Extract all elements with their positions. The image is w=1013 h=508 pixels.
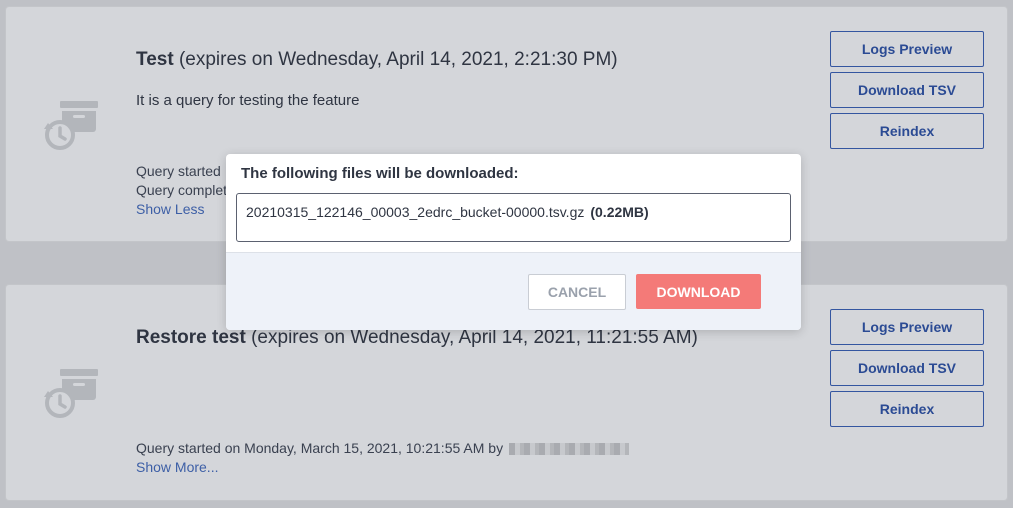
show-more-link[interactable]: Show More... [136, 459, 218, 475]
query-started-text: Query started on Monday, March 15, 2021,… [136, 440, 630, 456]
query-name: Restore test [136, 327, 246, 348]
download-files-modal: The following files will be downloaded: … [226, 154, 801, 330]
reindex-button[interactable]: Reindex [830, 391, 984, 427]
logs-preview-button[interactable]: Logs Preview [830, 31, 984, 67]
download-tsv-button[interactable]: Download TSV [830, 72, 984, 108]
file-list-box: 20210315_122146_00003_2edrc_bucket-00000… [236, 193, 791, 242]
query-completed-text: Query complet [136, 182, 228, 198]
file-size: (0.22MB) [590, 204, 649, 220]
query-title: Test (expires on Wednesday, April 14, 20… [136, 49, 618, 71]
restore-archive-icon [44, 369, 98, 418]
query-expiry: (expires on Wednesday, April 14, 2021, 1… [251, 327, 698, 348]
redacted-username [509, 443, 630, 456]
download-button[interactable]: DOWNLOAD [636, 274, 761, 309]
cancel-button[interactable]: CANCEL [528, 274, 626, 310]
query-started-text: Query started [136, 163, 221, 179]
show-less-link[interactable]: Show Less [136, 201, 204, 217]
query-description: It is a query for testing the feature [136, 92, 360, 109]
query-name: Test [136, 49, 174, 70]
query-started-label: Query started on Monday, March 15, 2021,… [136, 440, 504, 456]
restore-archive-icon [44, 101, 98, 150]
modal-footer: CANCEL DOWNLOAD [226, 252, 801, 330]
download-tsv-button[interactable]: Download TSV [830, 350, 984, 386]
query-expiry: (expires on Wednesday, April 14, 2021, 2… [178, 49, 618, 70]
logs-preview-button[interactable]: Logs Preview [830, 309, 984, 345]
file-name: 20210315_122146_00003_2edrc_bucket-00000… [246, 204, 585, 220]
query-title: Restore test (expires on Wednesday, Apri… [136, 327, 698, 349]
modal-title: The following files will be downloaded: [241, 165, 519, 182]
reindex-button[interactable]: Reindex [830, 113, 984, 149]
